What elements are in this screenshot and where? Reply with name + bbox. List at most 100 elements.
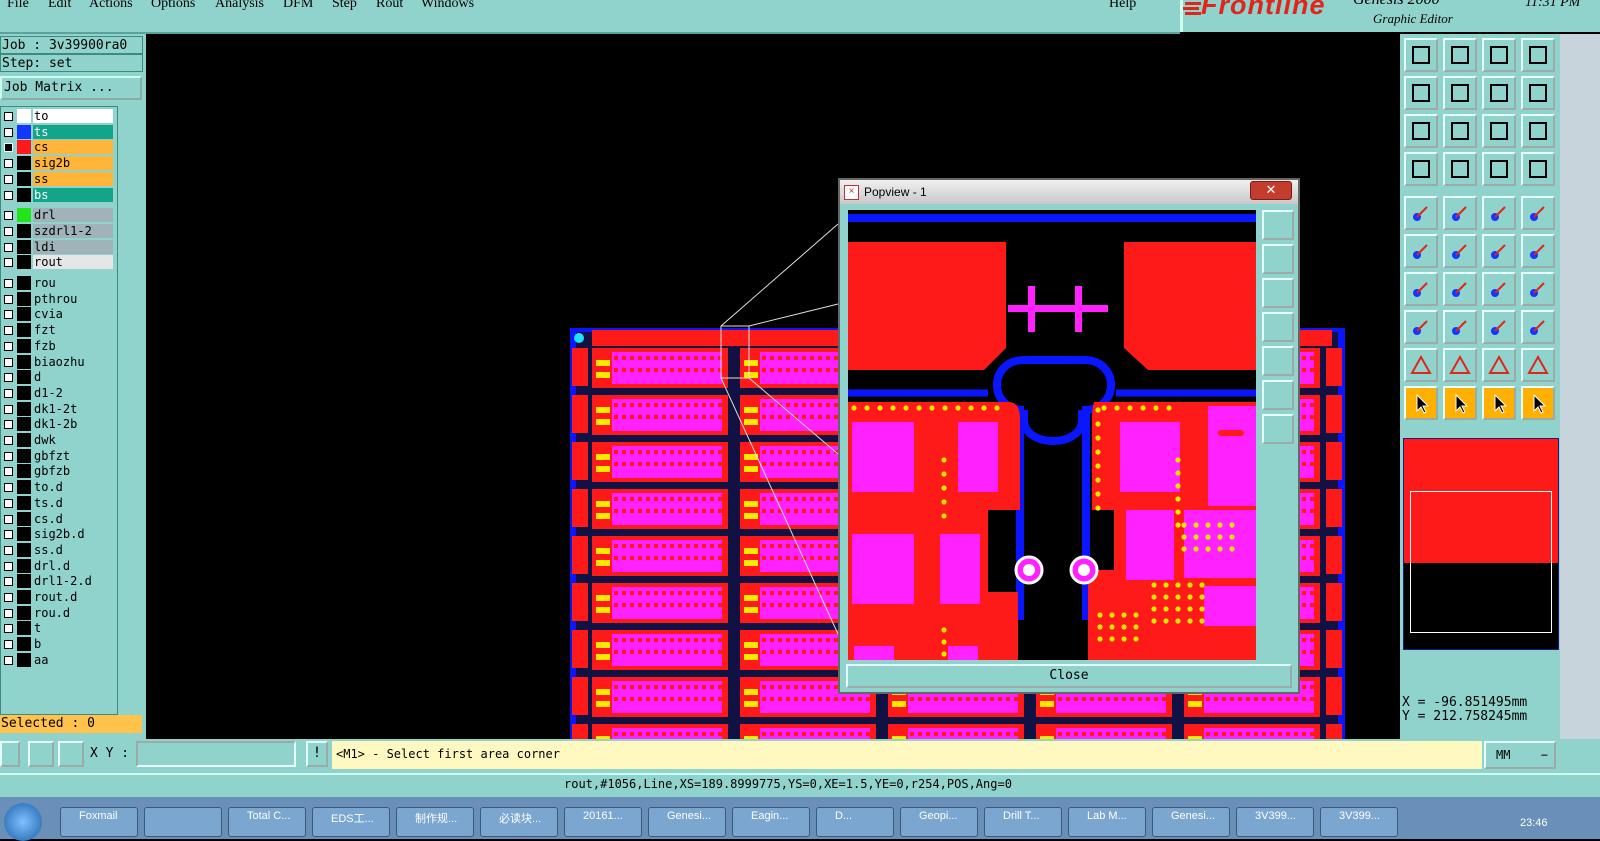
layer-row-gbfzb[interactable]: gbfzb xyxy=(1,464,117,479)
layer-row-drl[interactable]: drl xyxy=(1,208,117,223)
layer-row-ts.d[interactable]: ts.d xyxy=(1,495,117,511)
taskbar-item[interactable]: Total C... xyxy=(228,807,306,837)
layer-row-cvia[interactable]: cvia xyxy=(1,307,117,322)
taskbar-item[interactable]: Lab M... xyxy=(1068,807,1146,837)
layer-row-dk1-2b[interactable]: dk1-2b xyxy=(1,417,117,432)
layer-checkbox[interactable] xyxy=(4,467,13,477)
layer-checkbox[interactable] xyxy=(4,159,13,169)
layer-row-fzb[interactable]: fzb xyxy=(1,338,117,354)
layer-checkbox[interactable] xyxy=(4,112,13,121)
move-icon[interactable] xyxy=(1404,310,1438,344)
layer-row-drl1-2.d[interactable]: drl1-2.d xyxy=(1,574,117,589)
menu-rout[interactable]: Rout xyxy=(376,0,403,12)
taskbar-item[interactable]: 3V399... xyxy=(1320,807,1398,837)
open-icon[interactable] xyxy=(1404,38,1438,72)
connect-icon[interactable] xyxy=(1404,234,1438,268)
units-select[interactable]: MM − xyxy=(1484,741,1556,769)
probe-icon[interactable] xyxy=(1443,152,1477,186)
minus-icon[interactable] xyxy=(1443,310,1477,344)
layer-checkbox[interactable] xyxy=(4,357,13,367)
layer-checkbox[interactable] xyxy=(4,294,13,304)
taskbar-item[interactable]: Geopi... xyxy=(900,807,978,837)
taskbar-item[interactable]: Eagin... xyxy=(732,807,810,837)
layer-name[interactable]: rout.d xyxy=(33,590,113,604)
popview-titlebar[interactable]: × Popview - 1 ✕ xyxy=(840,180,1298,204)
layer-name[interactable]: dwk xyxy=(33,433,113,447)
layer-checkbox[interactable] xyxy=(4,593,13,602)
layer-row-rou[interactable]: rou xyxy=(1,276,117,291)
settings-icon[interactable] xyxy=(1404,152,1438,186)
layer-row-to[interactable]: to xyxy=(1,109,117,124)
layer-checkbox[interactable] xyxy=(4,326,13,336)
menu-step[interactable]: Step xyxy=(332,0,357,12)
pop-fit-icon[interactable] xyxy=(1262,380,1294,410)
layer-checkbox[interactable] xyxy=(4,226,13,236)
layer-name[interactable]: t xyxy=(33,621,113,636)
layer-checkbox[interactable] xyxy=(4,545,13,555)
taskbar-item[interactable]: Foxmail xyxy=(60,807,138,837)
layer-name[interactable]: fzt xyxy=(33,323,113,338)
layer-checkbox[interactable] xyxy=(4,498,13,508)
taskbar-item[interactable]: D... xyxy=(816,807,894,837)
layer-checkbox[interactable] xyxy=(4,310,13,320)
layer-checkbox[interactable] xyxy=(4,127,13,137)
layer-checkbox[interactable] xyxy=(4,279,13,288)
taskbar-item[interactable]: Drill T... xyxy=(984,807,1062,837)
job-matrix-button[interactable]: Job Matrix ... xyxy=(0,76,142,100)
layer-name[interactable]: aa xyxy=(33,652,113,667)
menu-windows[interactable]: Windows xyxy=(421,0,474,12)
layer-row-to.d[interactable]: to.d xyxy=(1,480,117,495)
line-icon[interactable] xyxy=(1482,234,1516,268)
pop-open-icon[interactable] xyxy=(1262,244,1294,274)
arc-icon[interactable] xyxy=(1482,272,1516,306)
layer-checkbox[interactable] xyxy=(4,341,13,351)
layer-row-sig2b.d[interactable]: sig2b.d xyxy=(1,527,117,542)
ruler-icon[interactable] xyxy=(1482,196,1516,230)
line2-icon[interactable] xyxy=(1521,234,1555,268)
layer-checkbox[interactable] xyxy=(4,483,13,493)
layer-name[interactable]: cs.d xyxy=(33,511,113,526)
layer-checkbox[interactable] xyxy=(4,561,13,571)
pop-save-icon[interactable] xyxy=(1262,278,1294,308)
layer-name[interactable]: rou.d xyxy=(33,605,113,620)
layer-checkbox[interactable] xyxy=(4,258,13,268)
triangle-icon[interactable] xyxy=(1404,348,1438,382)
net2-icon[interactable] xyxy=(1521,152,1555,186)
layer-checkbox[interactable] xyxy=(4,640,13,650)
layer-checkbox[interactable] xyxy=(4,577,13,587)
cross-icon[interactable] xyxy=(1443,234,1477,268)
layer-row-ts[interactable]: ts xyxy=(1,124,117,140)
redo-icon[interactable] xyxy=(1521,76,1555,110)
save-icon[interactable] xyxy=(1443,38,1477,72)
layer-name[interactable]: rou xyxy=(33,276,113,290)
zoom-icon[interactable] xyxy=(1443,114,1477,148)
back-icon[interactable] xyxy=(1404,76,1438,110)
layer-name[interactable]: ss xyxy=(33,171,113,186)
pop-back-icon[interactable] xyxy=(1262,312,1294,342)
angle-icon[interactable] xyxy=(1404,272,1438,306)
xy-input[interactable] xyxy=(136,741,296,767)
layer-row-dwk[interactable]: dwk xyxy=(1,433,117,448)
layer-row-rout.d[interactable]: rout.d xyxy=(1,590,117,605)
help-icon[interactable] xyxy=(1521,114,1555,148)
layer-checkbox[interactable] xyxy=(4,624,13,634)
layer-row-gbfzt[interactable]: gbfzt xyxy=(1,448,117,464)
taskbar-item[interactable]: 必读块... xyxy=(480,807,558,837)
layer-checkbox[interactable] xyxy=(4,404,13,414)
copy-icon[interactable] xyxy=(1521,310,1555,344)
grid-icon[interactable] xyxy=(1521,38,1555,72)
layer-row-d[interactable]: d xyxy=(1,370,117,385)
overview-map[interactable] xyxy=(1403,438,1559,650)
layer-row-dk1-2t[interactable]: dk1-2t xyxy=(1,401,117,417)
taskbar-item[interactable]: Genesi... xyxy=(1152,807,1230,837)
taskbar-item[interactable]: 3V399... xyxy=(1236,807,1314,837)
split-icon[interactable] xyxy=(1521,272,1555,306)
layer-name[interactable]: b xyxy=(33,637,113,652)
taskbar-item[interactable]: 制作规... xyxy=(396,807,474,837)
select2-icon[interactable] xyxy=(1443,386,1477,420)
layer-row-cs.d[interactable]: cs.d xyxy=(1,511,117,527)
layer-checkbox[interactable] xyxy=(4,514,13,524)
layer-row-rout[interactable]: rout xyxy=(1,255,117,270)
poly2-icon[interactable] xyxy=(1482,348,1516,382)
layer-name[interactable]: cs xyxy=(33,140,113,155)
